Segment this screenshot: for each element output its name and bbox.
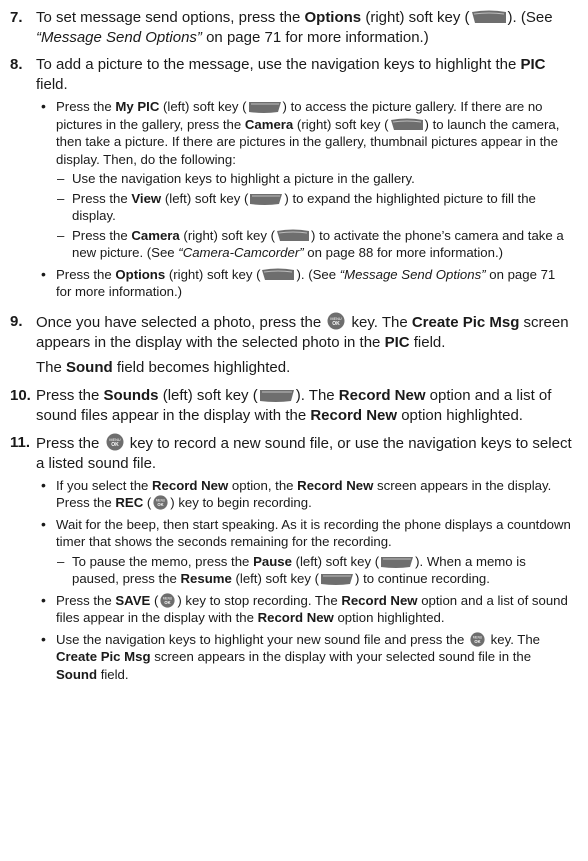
list-item: Press the Camera (right) soft key () to …	[56, 227, 572, 262]
step-text: To set message send options, press the O…	[36, 9, 553, 46]
menu-ok-key-icon: MENUOK	[470, 631, 485, 647]
list-item: Press the My PIC (left) soft key () to a…	[36, 98, 572, 262]
menu-ok-key-icon: MENUOK	[327, 312, 345, 329]
list-item: Use the navigation keys to highlight you…	[36, 631, 572, 684]
right-soft-key-icon	[471, 10, 506, 23]
step-number: 11.	[10, 433, 31, 451]
list-item: Press the Options (right) soft key (). (…	[36, 266, 572, 301]
menu-ok-key-icon: MENUOK	[153, 495, 168, 510]
list-item: Use the navigation keys to highlight a p…	[56, 170, 572, 188]
list-item: To pause the memo, press the Pause (left…	[56, 553, 572, 588]
menu-ok-key-icon: MENUOK	[160, 592, 175, 608]
left-soft-key-icon	[259, 389, 294, 402]
step-9: 9. Once you have selected a photo, press…	[10, 312, 572, 353]
step-text: Once you have selected a photo, press th…	[36, 312, 569, 351]
step-number: 9.	[10, 312, 23, 330]
right-soft-key-icon	[390, 118, 423, 130]
svg-text:OK: OK	[111, 442, 119, 448]
step-11: 11. Press the MENU OK key to record a new…	[10, 433, 572, 688]
svg-text:OK: OK	[333, 321, 341, 327]
step-text: Press the MENU OK key to record a new sou…	[36, 433, 572, 688]
svg-text:OK: OK	[165, 599, 171, 604]
step-number: 8.	[10, 56, 23, 73]
left-soft-key-icon	[381, 556, 414, 568]
step-text: To add a picture to the message, use the…	[36, 55, 572, 305]
svg-text:OK: OK	[474, 638, 480, 643]
right-soft-key-icon	[262, 268, 295, 280]
step-number: 10.	[10, 386, 31, 404]
list-item: Press the SAVE (MENUOK) key to stop reco…	[36, 592, 572, 627]
list-item: If you select the Record New option, the…	[36, 477, 572, 512]
bullet-list: If you select the Record New option, the…	[36, 477, 572, 684]
step-number: 7.	[10, 9, 23, 26]
step-text: Press the Sounds (left) soft key (). The…	[36, 386, 552, 424]
list-item: Press the View (left) soft key () to exp…	[56, 190, 572, 225]
step-7: 7. To set message send options, press th…	[10, 8, 572, 48]
step-10: 10. Press the Sounds (left) soft key ().…	[10, 386, 572, 426]
menu-ok-key-icon: MENUOK	[106, 433, 124, 450]
left-soft-key-icon	[248, 102, 281, 113]
left-soft-key-icon	[250, 193, 283, 205]
list-item: Wait for the beep, then start speaking. …	[36, 516, 572, 588]
right-soft-key-icon	[277, 229, 310, 241]
svg-text:OK: OK	[158, 502, 164, 507]
dash-list: Use the navigation keys to highlight a p…	[56, 170, 572, 262]
bullet-list: Press the My PIC (left) soft key () to a…	[36, 98, 572, 301]
manual-page: 7. To set message send options, press th…	[0, 0, 588, 861]
left-soft-key-icon	[321, 574, 354, 585]
step-8: 8. To add a picture to the message, use …	[10, 55, 572, 305]
dash-list: To pause the memo, press the Pause (left…	[56, 553, 572, 588]
step-9-note: The Sound field becomes highlighted.	[36, 358, 291, 376]
